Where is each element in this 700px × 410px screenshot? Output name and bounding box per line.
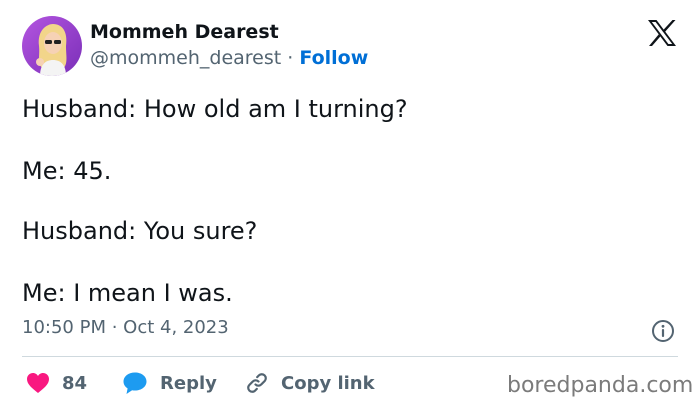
like-count: 84 — [62, 372, 88, 394]
tweet-timestamp[interactable]: 10:50 PM · Oct 4, 2023 — [22, 317, 229, 338]
follow-button[interactable]: Follow — [299, 47, 368, 69]
reply-label: Reply — [160, 372, 217, 394]
author-handle[interactable]: @mommeh_dearest — [90, 47, 281, 69]
divider — [22, 356, 678, 357]
avatar-image — [22, 16, 82, 76]
tweet-text-line-4: Me: I mean I was. — [22, 279, 233, 307]
copy-link-button[interactable]: Copy link — [245, 370, 375, 396]
copy-link-label: Copy link — [281, 372, 375, 394]
x-logo-icon[interactable] — [647, 19, 677, 47]
speech-bubble-icon — [123, 372, 147, 394]
tweet-text-line-2: Me: 45. — [22, 157, 112, 185]
author-handle-row: @mommeh_dearest · Follow — [90, 47, 368, 69]
author-display-name[interactable]: Mommeh Dearest — [90, 21, 279, 43]
like-button[interactable]: 84 — [26, 370, 87, 396]
tweet-text-line-3: Husband: You sure? — [22, 217, 258, 245]
info-icon[interactable] — [651, 319, 675, 343]
avatar[interactable] — [22, 16, 82, 76]
tweet-text-line-1: Husband: How old am I turning? — [22, 95, 408, 123]
heart-icon — [27, 373, 49, 393]
watermark: boredpanda.com — [507, 373, 694, 398]
handle-separator: · — [287, 47, 294, 69]
reply-button[interactable]: Reply — [122, 370, 217, 396]
link-icon — [247, 373, 267, 393]
